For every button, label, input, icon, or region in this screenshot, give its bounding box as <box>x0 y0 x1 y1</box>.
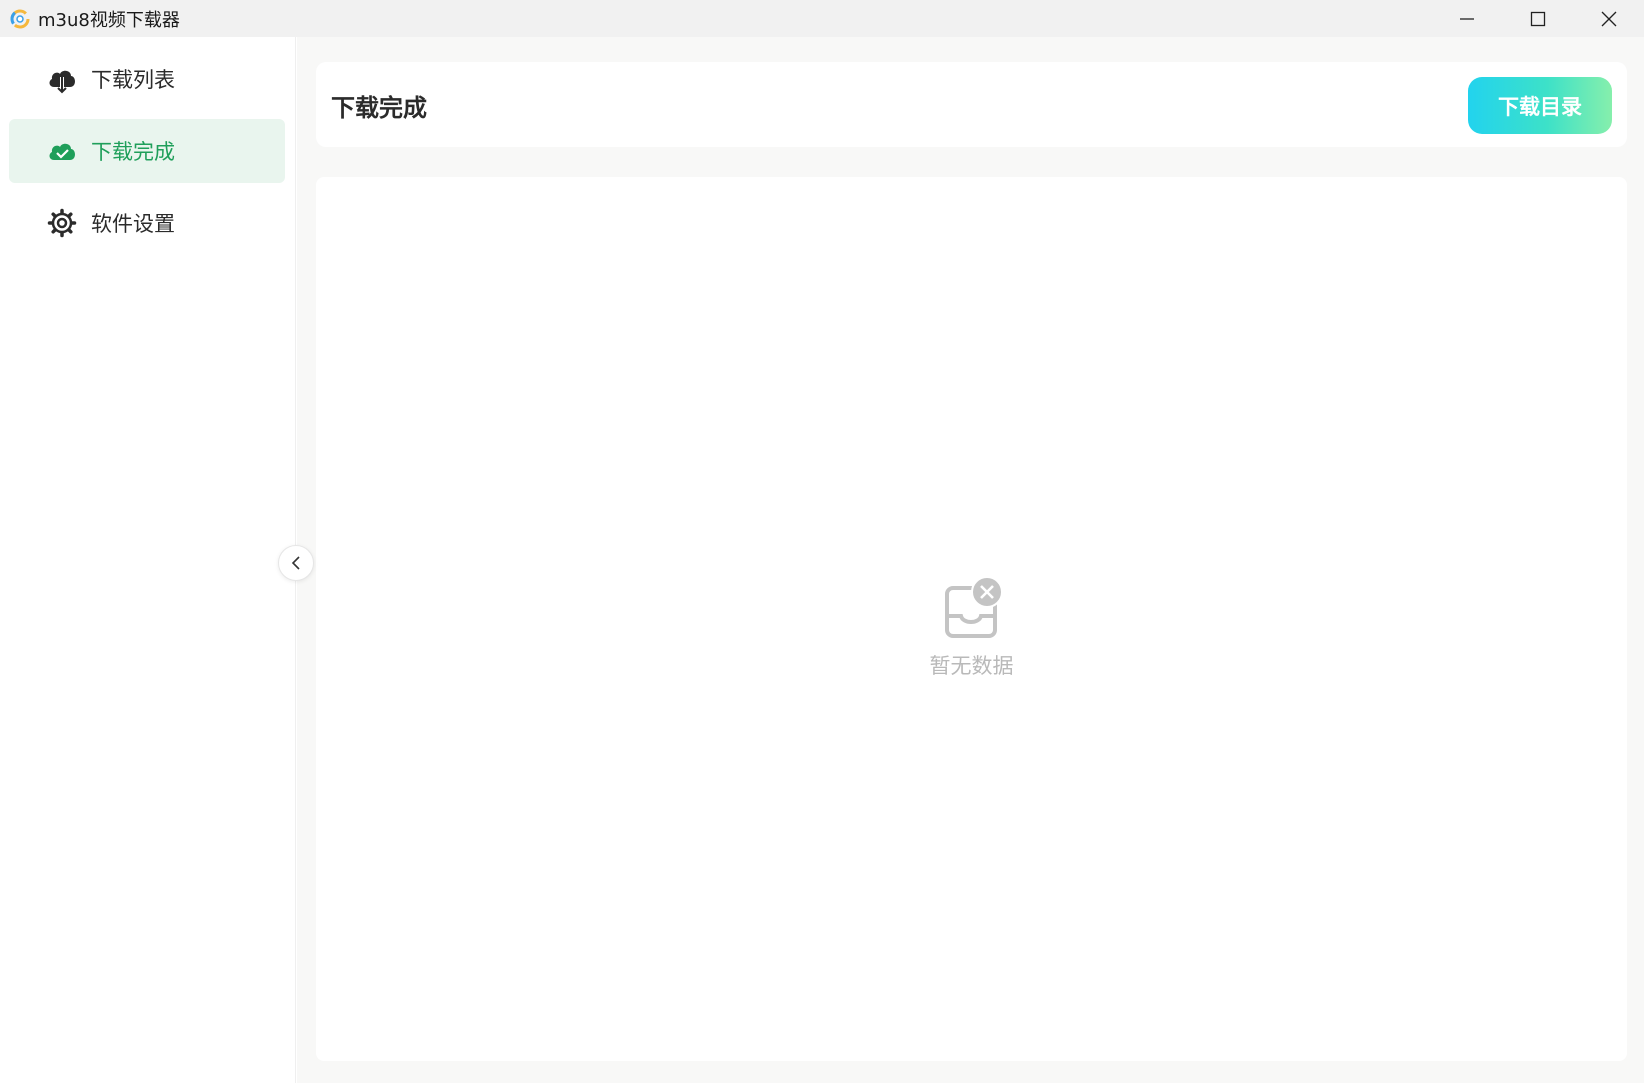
close-icon <box>1601 11 1616 26</box>
download-directory-button[interactable]: 下载目录 <box>1468 77 1612 134</box>
close-button[interactable] <box>1573 0 1644 37</box>
chevron-left-icon <box>291 556 300 570</box>
empty-state: 暂无数据 <box>316 177 1627 1061</box>
window-controls <box>1431 0 1644 37</box>
app-logo-icon <box>10 9 30 28</box>
content-card: 暂无数据 <box>316 177 1627 1061</box>
window-title: m3u8视频下载器 <box>38 9 180 31</box>
sidebar-item-label: 下载列表 <box>91 68 175 92</box>
sidebar-item-download-list[interactable]: 下载列表 <box>9 47 285 111</box>
cloud-check-icon <box>46 135 78 167</box>
page-title: 下载完成 <box>331 94 427 122</box>
sidebar: 下载列表 下载完成 软件设置 <box>0 37 296 1083</box>
title-bar: m3u8视频下载器 <box>0 0 1644 37</box>
sidebar-collapse-button[interactable] <box>278 545 314 581</box>
maximize-button[interactable] <box>1502 0 1573 37</box>
sidebar-item-settings[interactable]: 软件设置 <box>9 191 285 255</box>
empty-inbox-icon <box>945 576 1003 638</box>
main-area: 下载完成 下载目录 暂无数据 <box>297 37 1644 1083</box>
minimize-button[interactable] <box>1431 0 1502 37</box>
cloud-download-icon <box>46 63 78 95</box>
minimize-icon <box>1459 17 1474 20</box>
header-card: 下载完成 下载目录 <box>316 62 1627 147</box>
sidebar-item-label: 软件设置 <box>91 212 175 236</box>
sidebar-item-label: 下载完成 <box>91 140 175 164</box>
gear-icon <box>46 207 78 239</box>
sidebar-item-download-complete[interactable]: 下载完成 <box>9 119 285 183</box>
empty-state-text: 暂无数据 <box>929 654 1014 678</box>
maximize-icon <box>1530 11 1545 26</box>
